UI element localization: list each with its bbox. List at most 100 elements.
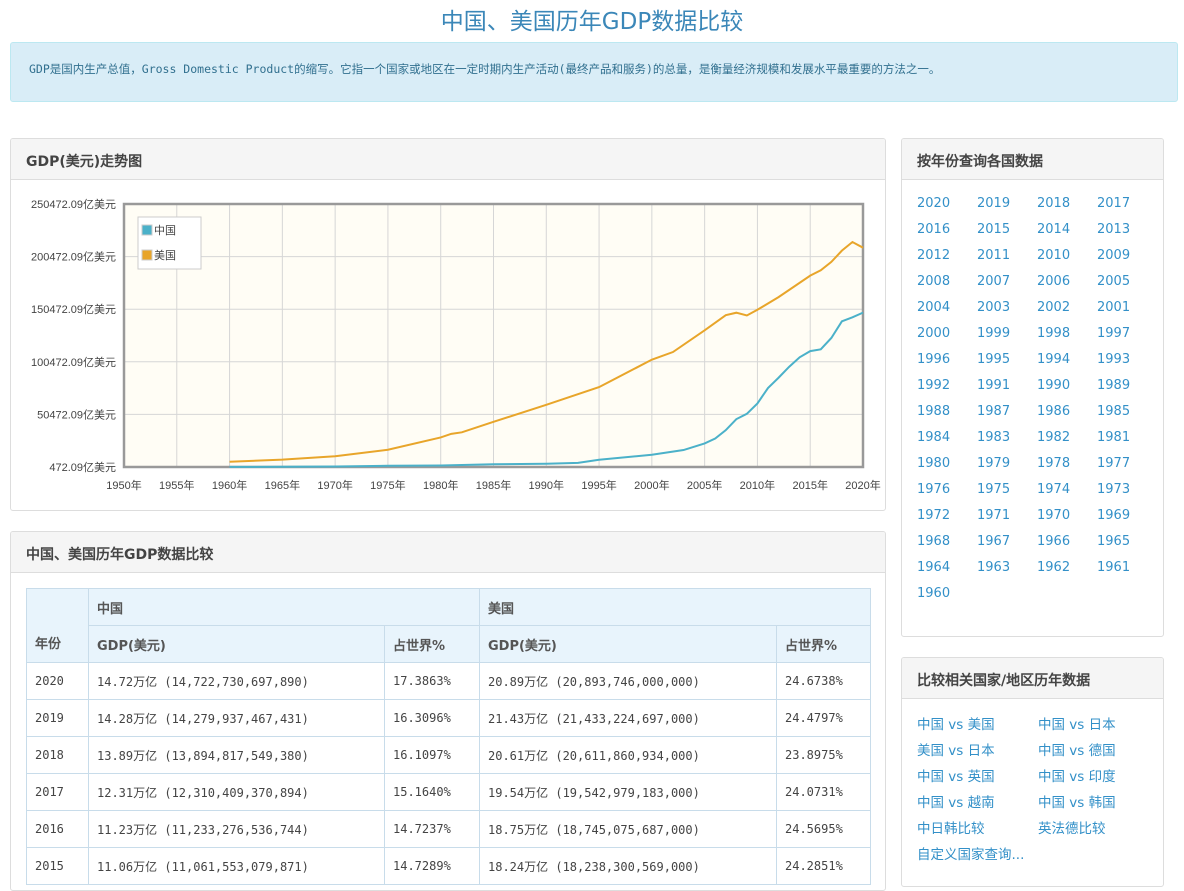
year-link[interactable]: 2009 [1097,246,1157,266]
x-tick-label: 1995年 [581,478,616,492]
year-link[interactable]: 1992 [917,376,977,396]
year-link[interactable]: 2000 [917,324,977,344]
cn-gdp-cell: 11.23万亿 (11,233,276,536,744) [88,810,385,848]
year-link[interactable]: 1989 [1097,376,1157,396]
year-link[interactable]: 1979 [977,454,1037,474]
year-link[interactable]: 1996 [917,350,977,370]
year-link[interactable]: 1960 [917,584,977,604]
year-link[interactable]: 1998 [1037,324,1097,344]
year-link[interactable]: 2011 [977,246,1037,266]
x-tick-label: 1985年 [476,478,511,492]
year-link[interactable]: 1986 [1037,402,1097,422]
year-link[interactable]: 1973 [1097,480,1157,500]
legend-swatch [141,224,153,236]
year-link[interactable]: 1990 [1037,376,1097,396]
year-link[interactable]: 1980 [917,454,977,474]
year-link[interactable]: 1983 [977,428,1037,448]
compare-link[interactable]: 中国 vs 越南 [917,793,1038,813]
year-link[interactable]: 1995 [977,350,1037,370]
year-link[interactable]: 1991 [977,376,1037,396]
year-link[interactable]: 1997 [1097,324,1157,344]
year-link[interactable]: 1972 [917,506,977,526]
year-cell: 2016 [26,810,89,848]
year-link[interactable]: 1970 [1037,506,1097,526]
compare-panel: 比较相关国家/地区历年数据 中国 vs 美国 中国 vs 日本 美国 vs 日本 中国… [901,657,1164,887]
compare-link[interactable]: 自定义国家查询... [917,845,1038,865]
year-link[interactable]: 1988 [917,402,977,422]
year-link[interactable]: 1962 [1037,558,1097,578]
year-link-grid: 2020 2019 2018 2017 2016 2015 2014 2013 2012 2011… [902,180,1163,618]
compare-link[interactable]: 美国 vs 日本 [917,741,1038,761]
header-cn-gdp: GDP(美元) [88,625,385,663]
compare-link[interactable]: 中国 vs 英国 [917,767,1038,787]
year-link[interactable]: 2001 [1097,298,1157,318]
year-link[interactable]: 1984 [917,428,977,448]
year-link[interactable]: 1982 [1037,428,1097,448]
year-link[interactable]: 2016 [917,220,977,240]
x-tick-label: 1950年 [106,478,141,492]
x-tick-label: 2015年 [792,478,827,492]
year-link[interactable]: 2012 [917,246,977,266]
year-link[interactable]: 1985 [1097,402,1157,422]
compare-link[interactable]: 中日韩比较 [917,819,1038,839]
year-link[interactable]: 1974 [1037,480,1097,500]
year-link[interactable]: 2014 [1037,220,1097,240]
compare-link[interactable]: 中国 vs 日本 [1038,715,1159,735]
cn-gdp-cell: 13.89万亿 (13,894,817,549,380) [88,736,385,774]
x-tick-label: 1965年 [265,478,300,492]
header-usa: 美国 [479,588,871,626]
year-link[interactable]: 2020 [917,194,977,214]
us-share-cell: 24.4797% [776,699,871,737]
year-link[interactable]: 2004 [917,298,977,318]
x-tick-label: 2020年 [845,478,880,492]
year-link[interactable]: 2007 [977,272,1037,292]
cn-share-cell: 16.3096% [384,699,480,737]
year-link[interactable]: 1963 [977,558,1037,578]
year-link[interactable]: 1978 [1037,454,1097,474]
year-link[interactable]: 2017 [1097,194,1157,214]
compare-link[interactable]: 中国 vs 印度 [1038,767,1159,787]
year-link[interactable]: 1987 [977,402,1037,422]
year-link[interactable]: 1976 [917,480,977,500]
year-link[interactable]: 1975 [977,480,1037,500]
x-tick-label: 1975年 [370,478,405,492]
year-link[interactable]: 1967 [977,532,1037,552]
compare-link[interactable]: 中国 vs 美国 [917,715,1038,735]
us-share-cell: 24.5695% [776,810,871,848]
year-link[interactable]: 2013 [1097,220,1157,240]
year-link[interactable]: 1981 [1097,428,1157,448]
year-cell: 2019 [26,699,89,737]
y-tick-label: 250472.09亿美元 [31,198,116,211]
year-link[interactable]: 2008 [917,272,977,292]
gdp-info-alert: GDP是国内生产总值，Gross Domestic Product的缩写。它指一… [10,42,1178,102]
year-link[interactable]: 1971 [977,506,1037,526]
gdp-trend-panel: GDP(美元)走势图 1950年 1955年 1960年 1965年 1970年 1975… [10,138,886,511]
year-link[interactable]: 1961 [1097,558,1157,578]
year-link[interactable]: 2018 [1037,194,1097,214]
year-link[interactable]: 1994 [1037,350,1097,370]
cn-gdp-cell: 14.72万亿 (14,722,730,697,890) [88,662,385,700]
year-link[interactable]: 1993 [1097,350,1157,370]
compare-link[interactable]: 中国 vs 韩国 [1038,793,1159,813]
year-link[interactable]: 2006 [1037,272,1097,292]
year-link[interactable]: 2010 [1037,246,1097,266]
year-link[interactable]: 1999 [977,324,1037,344]
compare-link-list: 中国 vs 美国 中国 vs 日本 美国 vs 日本 中国 vs 德国 中国 vs 英国… [902,699,1163,881]
year-link[interactable]: 2019 [977,194,1037,214]
year-link[interactable]: 2002 [1037,298,1097,318]
year-link[interactable]: 1977 [1097,454,1157,474]
compare-link[interactable]: 中国 vs 德国 [1038,741,1159,761]
year-link[interactable]: 1965 [1097,532,1157,552]
year-link[interactable]: 2005 [1097,272,1157,292]
us-share-cell: 24.6738% [776,662,871,700]
year-link[interactable]: 2015 [977,220,1037,240]
year-link[interactable]: 1968 [917,532,977,552]
year-link[interactable]: 1964 [917,558,977,578]
year-link[interactable]: 1966 [1037,532,1097,552]
cn-share-cell: 14.7237% [384,810,480,848]
year-link[interactable]: 1969 [1097,506,1157,526]
compare-link[interactable]: 英法德比较 [1038,819,1159,839]
y-tick-label: 50472.09亿美元 [37,408,116,421]
x-tick-label: 1970年 [317,478,352,492]
year-link[interactable]: 2003 [977,298,1037,318]
